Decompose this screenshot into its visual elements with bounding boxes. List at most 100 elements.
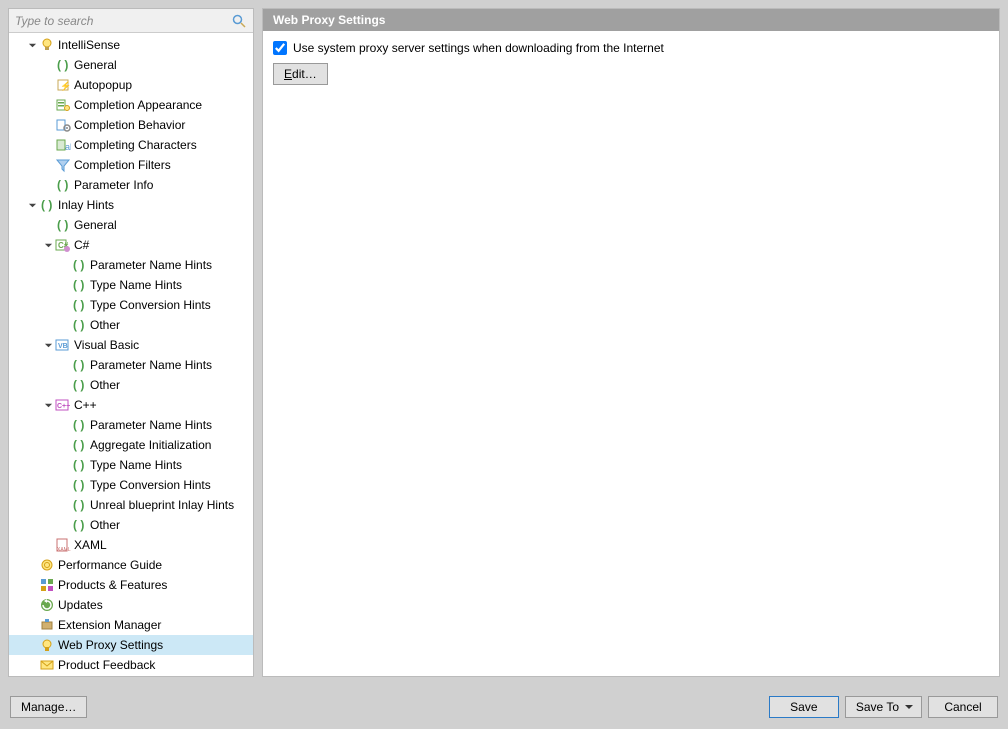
expander-open-icon[interactable] (41, 398, 55, 412)
use-system-proxy-row[interactable]: Use system proxy server settings when do… (273, 41, 989, 55)
use-system-proxy-checkbox[interactable] (273, 41, 287, 55)
tree-item-label: Completion Filters (74, 158, 171, 172)
svg-text:( ): ( ) (73, 438, 84, 452)
tree-item-label: Other (90, 518, 120, 532)
expander-open-icon[interactable] (41, 338, 55, 352)
tree-item[interactable]: ( ) Type Conversion Hints (9, 475, 253, 495)
tree-item-label: Completing Characters (74, 138, 197, 152)
tree-item[interactable]: Extension Manager (9, 615, 253, 635)
save-button[interactable]: Save (769, 696, 839, 718)
tree-item[interactable]: Completion Appearance (9, 95, 253, 115)
expander-open-icon[interactable] (41, 238, 55, 252)
tree-item-label: C# (74, 238, 89, 252)
tree-item-label: IntelliSense (58, 38, 120, 52)
svg-text:( ): ( ) (73, 418, 84, 432)
tree-item[interactable]: Product Feedback (9, 655, 253, 675)
cancel-button[interactable]: Cancel (928, 696, 998, 718)
tree-item-label: Completion Appearance (74, 98, 202, 112)
save-to-button[interactable]: Save To (845, 696, 922, 718)
content-panel: Web Proxy Settings Use system proxy serv… (262, 8, 1000, 677)
svg-text:ab: ab (65, 142, 71, 152)
svg-text:⚡: ⚡ (60, 80, 71, 92)
tree-item-label: Type Name Hints (90, 278, 182, 292)
edit-button[interactable]: Edit… (273, 63, 328, 85)
svg-text:C++: C++ (57, 403, 70, 410)
mail-icon (39, 657, 55, 673)
cpp-icon: C++ (55, 397, 71, 413)
tree-item[interactable]: ( )Parameter Name Hints (9, 415, 253, 435)
tree-item-label: Updates (58, 598, 103, 612)
paren-icon: ( ) (71, 477, 87, 493)
tree-item-label: Type Conversion Hints (90, 478, 211, 492)
svg-text:( ): ( ) (73, 478, 84, 492)
tree-item-label: Web Proxy Settings (58, 638, 163, 652)
tree-item[interactable]: IntelliSense (9, 35, 253, 55)
comp-appear-icon (55, 97, 71, 113)
expander-open-icon[interactable] (25, 198, 39, 212)
tree-item[interactable]: ( )Other (9, 375, 253, 395)
svg-text:( ): ( ) (73, 298, 84, 312)
tree-item-label: Performance Guide (58, 558, 162, 572)
tree-item[interactable]: ( )General (9, 55, 253, 75)
tree-item-label: Autopopup (74, 78, 132, 92)
tree-item-label: C++ (74, 398, 97, 412)
content-header: Web Proxy Settings (263, 9, 999, 31)
manage-button[interactable]: Manage… (10, 696, 87, 718)
tree-item[interactable]: XAMLXAML (9, 535, 253, 555)
search-box (9, 9, 253, 33)
svg-text:XAML: XAML (57, 547, 71, 553)
filter-icon (55, 157, 71, 173)
expander-open-icon[interactable] (25, 38, 39, 52)
tree-item-label: Parameter Info (74, 178, 153, 192)
content-body: Use system proxy server settings when do… (263, 31, 999, 95)
tree-item[interactable]: ( ) Parameter Info (9, 175, 253, 195)
auto-icon: ⚡ (55, 77, 71, 93)
tree-item[interactable]: Completion Filters (9, 155, 253, 175)
tree-item[interactable]: C++ C++ (9, 395, 253, 415)
tree-item[interactable]: abCompleting Characters (9, 135, 253, 155)
svg-text:( ): ( ) (73, 498, 84, 512)
tree-item[interactable]: Updates (9, 595, 253, 615)
settings-sidebar: IntelliSense( )General⚡AutopopupCompleti… (8, 8, 254, 677)
search-icon[interactable] (231, 13, 247, 29)
tree-item-label: Parameter Name Hints (90, 358, 212, 372)
tree-item[interactable]: Web Proxy Settings (9, 635, 253, 655)
tree-item[interactable]: Completion Behavior (9, 115, 253, 135)
tree-item[interactable]: ( )Inlay Hints (9, 195, 253, 215)
tree-item-label: Parameter Name Hints (90, 258, 212, 272)
tree-item[interactable]: ⚡Autopopup (9, 75, 253, 95)
ext-icon (39, 617, 55, 633)
paren-icon: ( ) (55, 217, 71, 233)
grid-icon (39, 577, 55, 593)
paren-icon: ( ) (71, 497, 87, 513)
paren-icon: ( ) (71, 277, 87, 293)
tree-item[interactable]: Products & Features (9, 575, 253, 595)
proxy-icon (39, 637, 55, 653)
tree-item[interactable]: ( )Type Name Hints (9, 455, 253, 475)
tree-item[interactable]: ( )Other (9, 315, 253, 335)
tree-item[interactable]: ( )General (9, 215, 253, 235)
tree-item[interactable]: Performance Guide (9, 555, 253, 575)
svg-text:( ): ( ) (57, 178, 68, 192)
svg-text:( ): ( ) (57, 58, 68, 72)
svg-text:( ): ( ) (73, 278, 84, 292)
paren-icon: ( ) (55, 177, 71, 193)
tree-item[interactable]: ( )Parameter Name Hints (9, 355, 253, 375)
tree-item-label: Inlay Hints (58, 198, 114, 212)
tree-item[interactable]: ( )Other (9, 515, 253, 535)
paren-icon: ( ) (55, 57, 71, 73)
paren-icon: ( ) (71, 457, 87, 473)
tree-item[interactable]: ( )Aggregate Initialization (9, 435, 253, 455)
tree-item[interactable]: ( ) Type Name Hints (9, 275, 253, 295)
tree-item-label: Type Conversion Hints (90, 298, 211, 312)
tree-item[interactable]: ( ) Type Conversion Hints (9, 295, 253, 315)
tree-scroll[interactable]: IntelliSense( )General⚡AutopopupCompleti… (9, 33, 253, 676)
search-input[interactable] (15, 14, 231, 28)
tree-item[interactable]: VBVisual Basic (9, 335, 253, 355)
tree-item[interactable]: ( )Unreal blueprint Inlay Hints (9, 495, 253, 515)
vb-icon: VB (55, 337, 71, 353)
use-system-proxy-label: Use system proxy server settings when do… (293, 41, 664, 55)
tree-item[interactable]: ( )Parameter Name Hints (9, 255, 253, 275)
tree-item-label: General (74, 218, 117, 232)
tree-item[interactable]: C#C# (9, 235, 253, 255)
